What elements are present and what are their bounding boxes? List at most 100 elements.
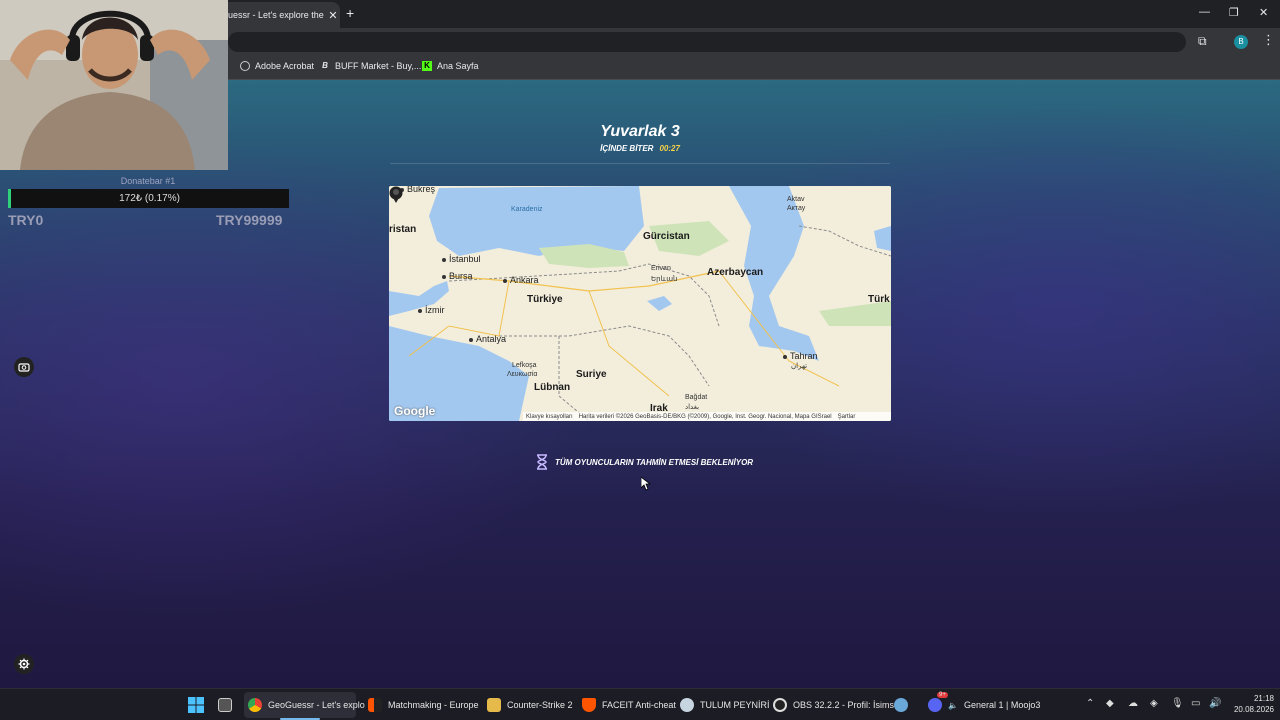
- map-label-turk: Türk: [868, 294, 890, 305]
- steam-icon: [680, 698, 694, 712]
- taskbar-faceit-anticheat[interactable]: FACEIT Anti-cheat: [582, 695, 676, 715]
- start-button[interactable]: [188, 695, 204, 715]
- map-label-azerbaycan: Azerbaycan: [707, 267, 764, 278]
- network-icon[interactable]: ▭: [1191, 698, 1200, 709]
- tray-app-icon[interactable]: ◆: [1106, 698, 1114, 709]
- map-label-tahran-native: تهران: [791, 363, 808, 370]
- map-label-turkiye: Türkiye: [527, 294, 563, 305]
- close-icon[interactable]: ✕: [326, 9, 340, 22]
- speaker-icon: 🔈: [948, 700, 958, 710]
- tray-cloud-icon[interactable]: ☁: [1128, 698, 1138, 709]
- volume-icon[interactable]: 🔊: [1209, 698, 1221, 709]
- map-label-bagdat: Bağdat: [685, 394, 708, 401]
- map-label-aktav-native: Актау: [787, 205, 806, 212]
- bookmark-buff-market[interactable]: B BUFF Market - Buy,...: [320, 61, 421, 71]
- donatebar: 172₺ (0.17%): [8, 189, 289, 208]
- map-label-ristan: ristan: [389, 224, 417, 235]
- webcam-feed: [0, 0, 228, 170]
- tray-overflow-icon[interactable]: ⌃: [1086, 698, 1094, 709]
- discord-icon: [928, 698, 942, 712]
- settings-button[interactable]: [14, 654, 34, 674]
- map-label-erivan: Erivan: [651, 265, 671, 272]
- terms-link[interactable]: Şartlar: [838, 414, 856, 420]
- map-label-bukres: Bukreş: [400, 186, 435, 194]
- taskbar-tulum[interactable]: TULUM PEYNİRİ: [680, 695, 770, 715]
- donatebar-min: TRY0: [8, 212, 44, 228]
- cs2-icon: [487, 698, 501, 712]
- webcam-overlay: [0, 0, 228, 170]
- taskbar-label: TULUM PEYNİRİ: [700, 700, 770, 710]
- taskbar-geoguessr[interactable]: GeoGuessr - Let's explo: [248, 695, 365, 715]
- kick-icon: K: [422, 61, 432, 71]
- faceit-icon: [368, 698, 382, 712]
- task-view-button[interactable]: [218, 695, 232, 715]
- taskbar-label: GeoGuessr - Let's explo: [268, 700, 365, 710]
- map-label-istanbul: İstanbul: [442, 254, 481, 264]
- map-pin-icon: [389, 186, 403, 203]
- map-label-gurcistan: Gürcistan: [643, 231, 690, 242]
- waiting-text: TÜM OYUNCULARIN TAHMİN ETMESİ BEKLENİYOR: [555, 457, 754, 467]
- task-view-icon: [218, 698, 232, 712]
- app-icon: [894, 698, 908, 712]
- bookmark-label: Adobe Acrobat: [255, 61, 315, 71]
- map-label-aktav: Aktav: [787, 196, 805, 203]
- map-label-karadeniz: Karadeniz: [511, 206, 543, 213]
- menu-icon[interactable]: ⋮: [1262, 32, 1275, 48]
- mouse-cursor-icon: [641, 477, 651, 491]
- gear-icon: [18, 658, 30, 670]
- obs-icon: [773, 698, 787, 712]
- map-label-izmir: İzmir: [418, 305, 445, 315]
- keyboard-shortcuts-link[interactable]: Klavye kısayolları: [526, 414, 573, 420]
- windows-icon: [188, 697, 204, 713]
- new-tab-icon[interactable]: +: [346, 5, 354, 21]
- taskbar-discord[interactable]: 9+ 🔈 General 1 | Moojo3: [928, 692, 1041, 715]
- taskbar-obs[interactable]: OBS 32.2.2 - Profil: İsims: [773, 695, 894, 715]
- map-label-bursa: Bursa: [442, 271, 473, 281]
- minimize-icon[interactable]: —: [1199, 6, 1210, 18]
- microphone-icon[interactable]: 🎙: [1171, 698, 1184, 709]
- buff-icon: B: [322, 61, 328, 70]
- window-close-icon[interactable]: ✕: [1259, 6, 1268, 19]
- shield-icon: [582, 698, 596, 712]
- waiting-status: TÜM OYUNCULARIN TAHMİN ETMESİ BEKLENİYOR: [535, 452, 753, 472]
- address-bar[interactable]: [228, 32, 1186, 52]
- system-clock[interactable]: 21:18 20.08.2026: [1222, 693, 1274, 715]
- globe-icon: [240, 61, 250, 71]
- bookmark-ana-sayfa[interactable]: K Ana Sayfa: [422, 61, 479, 71]
- taskbar-counter-strike[interactable]: Counter-Strike 2: [487, 695, 573, 715]
- map-terrain: [389, 186, 891, 421]
- taskbar-label: Counter-Strike 2: [507, 700, 573, 710]
- profile-avatar[interactable]: B: [1234, 35, 1248, 49]
- bookmark-label: Ana Sayfa: [437, 61, 479, 71]
- round-timer: 00:27: [659, 144, 680, 153]
- map-label-lefkosa: Lefkoşa: [512, 362, 537, 369]
- map-label-antalya: Antalya: [469, 334, 506, 344]
- google-logo: Google: [394, 404, 436, 418]
- tray-shield-icon[interactable]: ◈: [1150, 698, 1158, 709]
- restore-icon[interactable]: ❐: [1229, 6, 1239, 19]
- hourglass-icon: [537, 454, 547, 470]
- divider: [390, 163, 890, 164]
- taskbar-matchmaking[interactable]: Matchmaking - Europe: [368, 695, 479, 715]
- chrome-icon: [248, 698, 262, 712]
- taskbar-label: FACEIT Anti-cheat: [602, 700, 676, 710]
- map-label-erivan-native: Երևան: [651, 276, 678, 283]
- map-label-lefkosa-native: Λευκωσία: [507, 371, 538, 378]
- map-label-bagdat-native: بغداد: [685, 404, 700, 411]
- extensions-icon[interactable]: ⧉: [1198, 34, 1207, 49]
- map-attribution: Klavye kısayolları Harita verileri ©2026…: [523, 412, 891, 421]
- map-label-lubnan: Lübnan: [534, 382, 571, 393]
- browser-tab-geoguessr[interactable]: uessr - Let's explore the w ✕: [220, 2, 340, 28]
- guess-map[interactable]: Bukreş Karadeniz Aktav Актау ristan Gürc…: [389, 186, 891, 421]
- bookmark-adobe-acrobat[interactable]: Adobe Acrobat: [240, 61, 314, 71]
- game-page: Yuvarlak 3 İÇİNDE BİTER 00:27 Bukreş Kar…: [0, 80, 1280, 688]
- map-label-ankara: Ankara: [503, 275, 539, 285]
- taskbar-app-settings[interactable]: [894, 695, 908, 715]
- map-label-tahran: Tahran: [783, 351, 818, 361]
- camera-swap-button[interactable]: [14, 357, 34, 377]
- taskbar-label: General 1 | Moojo3: [963, 700, 1041, 710]
- donatebar-title: Donatebar #1: [120, 176, 176, 186]
- donatebar-value: 172₺ (0.17%): [119, 193, 180, 204]
- discord-badge: 9+: [937, 692, 948, 698]
- map-label-suriye: Suriye: [576, 369, 607, 380]
